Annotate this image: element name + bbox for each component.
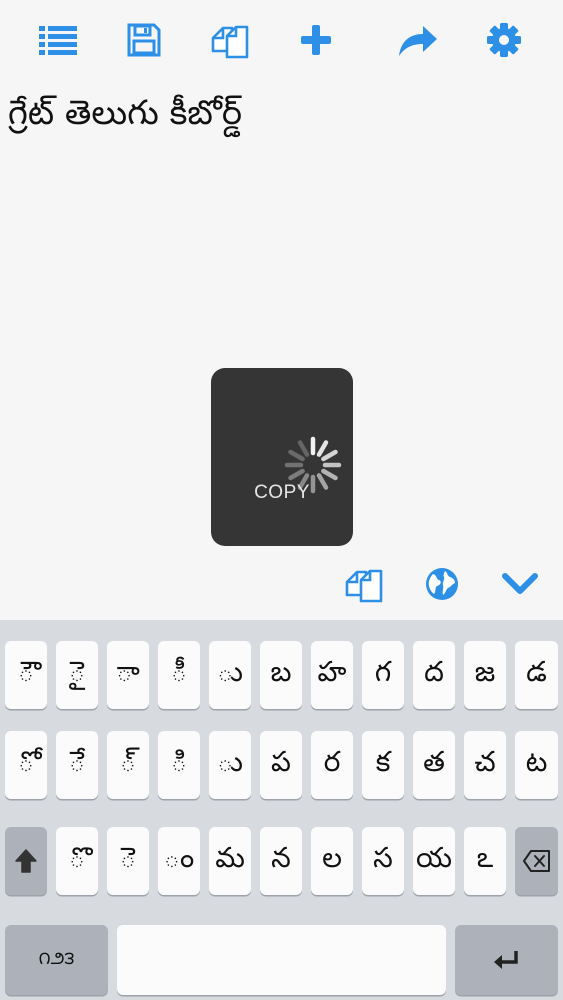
key[interactable]: ◌ీ	[158, 641, 200, 709]
key[interactable]: ర	[311, 731, 353, 799]
key[interactable]: ప	[260, 731, 302, 799]
toolbar	[0, 0, 563, 78]
key[interactable]: ల	[311, 827, 353, 895]
gear-icon[interactable]	[482, 18, 526, 62]
key[interactable]: ద	[413, 641, 455, 709]
key[interactable]: ◌ౌ	[5, 641, 47, 709]
key[interactable]: న	[260, 827, 302, 895]
backspace-key[interactable]	[515, 827, 558, 895]
key[interactable]: డ	[515, 641, 558, 709]
plus-icon[interactable]	[294, 18, 338, 62]
toast-label: COPY	[254, 482, 310, 503]
key[interactable]: ట	[515, 731, 558, 799]
share-icon[interactable]	[396, 18, 440, 62]
copy-icon[interactable]	[208, 18, 252, 62]
shift-arrow-icon	[15, 849, 37, 873]
key[interactable]: గ	[362, 641, 404, 709]
key[interactable]: ◌్	[107, 731, 149, 799]
return-icon	[493, 951, 518, 969]
key[interactable]: ◌ు	[209, 641, 251, 709]
key[interactable]: ◌ో	[5, 731, 47, 799]
key[interactable]: ◌ు	[209, 731, 251, 799]
key[interactable]: ◌ె	[107, 827, 149, 895]
key[interactable]: చ	[464, 731, 506, 799]
copy-toast: COPY	[211, 368, 353, 546]
return-key[interactable]	[455, 925, 558, 995]
chevron-down-icon[interactable]	[498, 562, 542, 606]
key[interactable]: త	[413, 731, 455, 799]
key[interactable]: య	[413, 827, 455, 895]
key[interactable]: క	[362, 731, 404, 799]
key[interactable]: ◌ొ	[56, 827, 98, 895]
key[interactable]: ◌ి	[158, 731, 200, 799]
key[interactable]: స	[362, 827, 404, 895]
keyboard: ◌ౌ ◌ై ◌ా ◌ీ ◌ు బ హ గ ద జ డ ◌ో ◌ే ◌్ ◌ి ◌…	[0, 620, 563, 1000]
space-bar[interactable]	[117, 925, 446, 995]
key[interactable]: ం	[158, 827, 200, 895]
key[interactable]: బ	[260, 641, 302, 709]
key[interactable]: హ	[311, 641, 353, 709]
save-icon[interactable]	[122, 18, 166, 62]
list-icon[interactable]	[36, 18, 80, 62]
key[interactable]: ◌ై	[56, 641, 98, 709]
backspace-icon	[522, 850, 550, 872]
shift-key[interactable]	[5, 827, 47, 895]
copy-icon[interactable]	[342, 562, 386, 606]
text-editor[interactable]: గ్రేట్ తెలుగు కీబోర్డ్	[8, 90, 555, 360]
numbers-mode-key[interactable]: ౧౨౩	[5, 925, 108, 995]
key[interactable]: మ	[209, 827, 251, 895]
key[interactable]: జ	[464, 641, 506, 709]
key[interactable]: ◌ే	[56, 731, 98, 799]
key[interactable]: ◌ా	[107, 641, 149, 709]
globe-icon[interactable]	[420, 562, 464, 606]
key[interactable]: ఽ	[464, 827, 506, 895]
